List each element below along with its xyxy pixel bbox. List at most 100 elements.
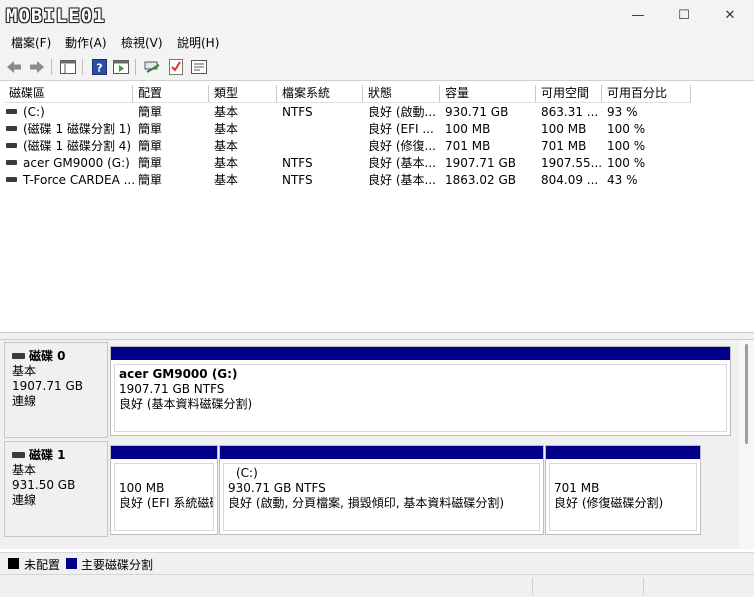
legend: 未配置 主要磁碟分割 xyxy=(0,552,754,574)
table-row[interactable]: (磁碟 1 磁碟分割 4) 簡單 基本 良好 (修復... 701 MB 701… xyxy=(0,138,754,155)
partition-status: 良好 (EFI 系統磁碟 xyxy=(119,496,214,510)
menu-action[interactable]: 動作(A) xyxy=(65,34,107,51)
volume-type: 基本 xyxy=(214,156,239,170)
volume-filesystem: NTFS xyxy=(282,105,313,119)
unallocated-swatch xyxy=(8,558,19,569)
partition-size: 701 MB xyxy=(554,481,600,495)
primary-partition-bar xyxy=(111,347,730,360)
volume-free-space: 863.31 ... xyxy=(541,105,599,119)
properties-icon[interactable] xyxy=(190,58,208,76)
toolbar-separator xyxy=(51,59,52,75)
volume-type: 基本 xyxy=(214,105,239,119)
title-bar: MOBILE01 — ☐ ✕ xyxy=(0,0,754,31)
volume-layout: 簡單 xyxy=(138,122,163,136)
column-header-free-space[interactable]: 可用空間 xyxy=(536,85,602,103)
drive-icon xyxy=(6,160,17,165)
volume-status: 良好 (修復... xyxy=(368,139,436,153)
help-icon[interactable]: ? xyxy=(90,58,108,76)
disk-type: 基本 xyxy=(12,364,37,378)
partition-efi[interactable]: 100 MB 良好 (EFI 系統磁碟 xyxy=(110,445,218,535)
action-pane-icon[interactable] xyxy=(112,58,130,76)
disk-type: 基本 xyxy=(12,463,37,477)
partition-g[interactable]: acer GM9000 (G:) 1907.71 GB NTFS 良好 (基本資… xyxy=(110,346,731,436)
table-row[interactable]: acer GM9000 (G:) 簡單 基本 NTFS 良好 (基本... 19… xyxy=(0,155,754,172)
volume-name: T-Force CARDEA ... xyxy=(23,173,134,187)
checklist-icon[interactable] xyxy=(167,58,185,76)
maximize-button[interactable]: ☐ xyxy=(661,0,707,31)
disk-icon xyxy=(12,352,25,359)
volume-layout: 簡單 xyxy=(138,139,163,153)
volume-type: 基本 xyxy=(214,122,239,136)
volume-status: 良好 (EFI ... xyxy=(368,122,434,136)
status-bar xyxy=(0,574,754,597)
column-header-capacity[interactable]: 容量 xyxy=(440,85,536,103)
menu-file[interactable]: 檔案(F) xyxy=(11,34,51,51)
volume-layout: 簡單 xyxy=(138,156,163,170)
volume-name: (磁碟 1 磁碟分割 4) xyxy=(23,139,132,153)
volume-free-space: 804.09 ... xyxy=(541,173,599,187)
volume-capacity: 930.71 GB xyxy=(445,105,509,119)
volume-type: 基本 xyxy=(214,173,239,187)
disk-0-label[interactable]: 磁碟 0 基本 1907.71 GB 連線 xyxy=(4,342,108,438)
table-row[interactable]: (C:) 簡單 基本 NTFS 良好 (啟動... 930.71 GB 863.… xyxy=(0,104,754,121)
menu-view[interactable]: 檢視(V) xyxy=(121,34,163,51)
volume-capacity: 701 MB xyxy=(445,139,491,153)
column-header-filesystem[interactable]: 檔案系統 xyxy=(277,85,363,103)
scrollbar-thumb[interactable] xyxy=(745,344,748,444)
forward-arrow-icon[interactable] xyxy=(28,58,46,76)
volume-free-percent: 43 % xyxy=(607,173,638,187)
toolbar-separator xyxy=(135,59,136,75)
pane-splitter[interactable] xyxy=(0,332,754,340)
volume-filesystem xyxy=(282,138,362,155)
volume-filesystem: NTFS xyxy=(282,173,313,187)
column-header-volume[interactable]: 磁碟區 xyxy=(4,85,133,103)
partition-size: 1907.71 GB NTFS xyxy=(119,382,225,396)
status-divider xyxy=(532,578,533,595)
back-arrow-icon[interactable] xyxy=(5,58,23,76)
primary-partition-bar xyxy=(220,446,543,459)
disk-size: 1907.71 GB xyxy=(12,379,83,393)
volume-list: 磁碟區 配置 類型 檔案系統 狀態 容量 可用空間 可用百分比 (C:) 簡單 … xyxy=(0,82,754,332)
column-header-status[interactable]: 狀態 xyxy=(363,85,440,103)
volume-filesystem: NTFS xyxy=(282,156,313,170)
close-button[interactable]: ✕ xyxy=(707,0,753,31)
partition-title: acer GM9000 (G:) xyxy=(119,367,238,381)
drive-icon xyxy=(6,177,17,182)
volume-capacity: 1907.71 GB xyxy=(445,156,516,170)
volume-name: (磁碟 1 磁碟分割 1) xyxy=(23,122,132,136)
volume-name: (C:) xyxy=(23,105,45,119)
watermark-logo: MOBILE01 xyxy=(6,5,106,27)
minimize-button[interactable]: — xyxy=(615,0,661,31)
disk-icon xyxy=(12,451,25,458)
volume-layout: 簡單 xyxy=(138,173,163,187)
menu-help[interactable]: 說明(H) xyxy=(177,34,219,51)
drive-icon xyxy=(6,126,17,131)
partition-c[interactable]: (C:) 930.71 GB NTFS 良好 (啟動, 分頁檔案, 損毀傾印, … xyxy=(219,445,544,535)
volume-name: acer GM9000 (G:) xyxy=(23,156,130,170)
partition-status: 良好 (基本資料磁碟分割) xyxy=(119,397,253,411)
disk-1-label[interactable]: 磁碟 1 基本 931.50 GB 連線 xyxy=(4,441,108,537)
disk-map-scrollbar[interactable] xyxy=(739,340,754,549)
column-header-type[interactable]: 類型 xyxy=(209,85,277,103)
column-header-free-percent[interactable]: 可用百分比 xyxy=(602,85,691,103)
console-tree-icon[interactable] xyxy=(59,58,77,76)
partition-size: 100 MB xyxy=(119,481,165,495)
toolbar-separator xyxy=(82,59,83,75)
table-row[interactable]: (磁碟 1 磁碟分割 1) 簡單 基本 良好 (EFI ... 100 MB 1… xyxy=(0,121,754,138)
drive-icon xyxy=(6,143,17,148)
partition-status: 良好 (修復磁碟分割) xyxy=(554,496,664,510)
volume-free-space: 701 MB xyxy=(541,139,587,153)
volume-filesystem xyxy=(282,121,362,138)
column-header-layout[interactable]: 配置 xyxy=(133,85,209,103)
svg-text:?: ? xyxy=(96,62,102,75)
volume-free-percent: 93 % xyxy=(607,105,638,119)
volume-free-percent: 100 % xyxy=(607,139,646,153)
volume-free-percent: 100 % xyxy=(607,122,646,136)
partition-recovery[interactable]: 701 MB 良好 (修復磁碟分割) xyxy=(545,445,701,535)
connect-icon[interactable] xyxy=(143,58,161,76)
volume-capacity: 1863.02 GB xyxy=(445,173,516,187)
volume-free-percent: 100 % xyxy=(607,156,646,170)
table-row[interactable]: T-Force CARDEA ... 簡單 基本 NTFS 良好 (基本... … xyxy=(0,172,754,189)
volume-type: 基本 xyxy=(214,139,239,153)
partition-size: 930.71 GB NTFS xyxy=(228,481,326,495)
